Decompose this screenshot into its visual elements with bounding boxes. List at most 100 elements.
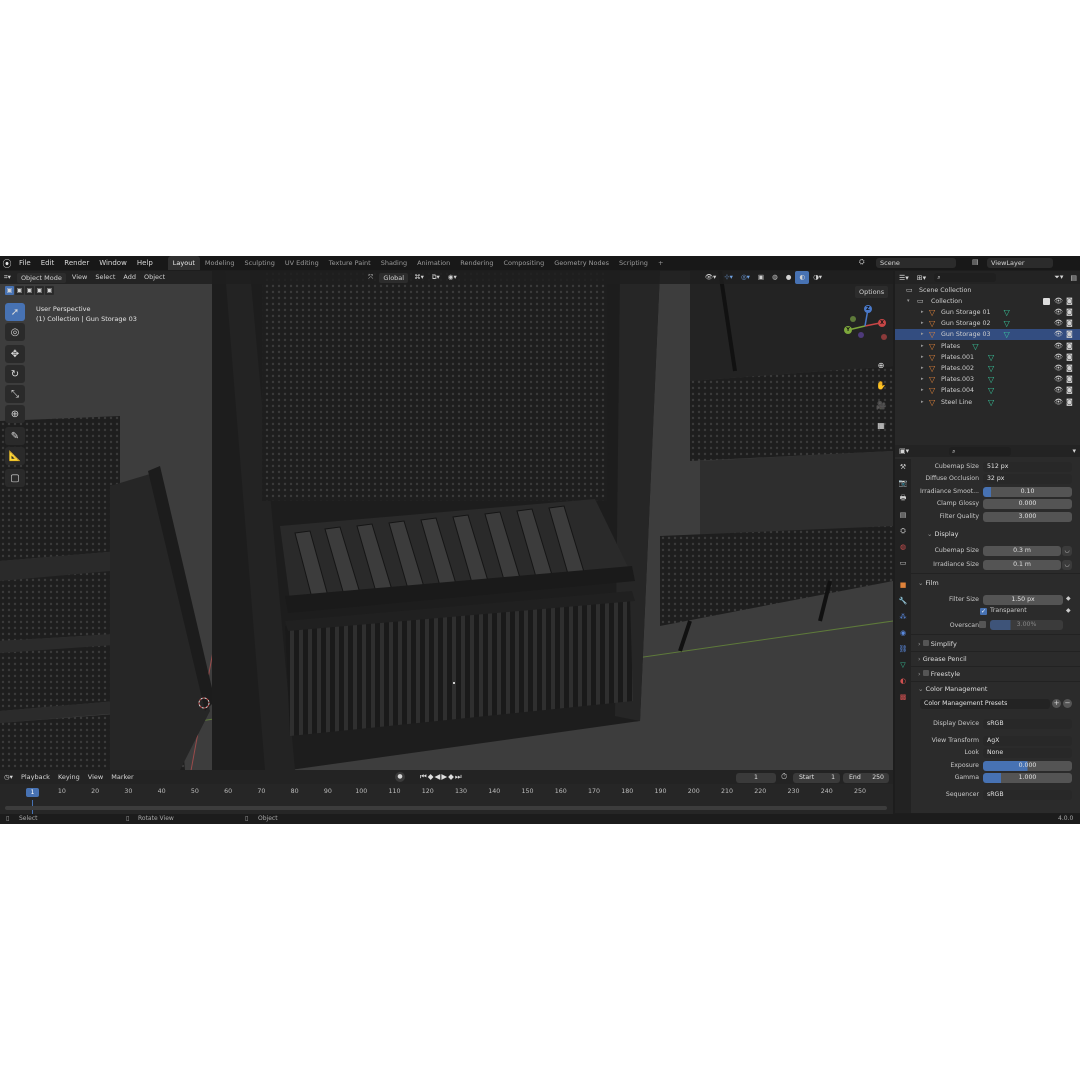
mesh-data-icon[interactable]: ▽ <box>1004 307 1010 318</box>
object-mode-dropdown[interactable]: Object Mode <box>16 272 66 283</box>
render-camera-icon[interactable]: ◙ <box>1066 352 1073 363</box>
tab-layout[interactable]: Layout <box>167 256 200 270</box>
visibility-eye-icon[interactable]: 👁 <box>1054 397 1063 408</box>
add-workspace-button[interactable]: + <box>653 256 668 270</box>
rotate-tool-icon[interactable]: ↻ <box>5 365 25 383</box>
menu-edit[interactable]: Edit <box>36 256 60 270</box>
menu-select[interactable]: Select <box>91 271 119 284</box>
mesh-data-icon[interactable]: ▽ <box>1004 318 1010 329</box>
expand-icon[interactable]: ▸ <box>921 307 924 318</box>
display-cubemap-toggle-icon[interactable]: ◡ <box>1062 546 1072 556</box>
outliner-search-input[interactable]: ⌕ <box>934 273 997 282</box>
mesh-data-icon[interactable]: ▽ <box>988 397 994 408</box>
menu-add[interactable]: Add <box>119 271 140 284</box>
outliner-item[interactable]: ▸ ▽ Plates ▽ 👁 ◙ <box>895 341 1080 352</box>
render-camera-icon[interactable]: ◙ <box>1066 385 1073 396</box>
expand-icon[interactable]: ▸ <box>921 318 924 329</box>
pivot-icon[interactable]: ⌘▾ <box>410 271 428 284</box>
scene-tab-icon[interactable]: ⛭ <box>897 525 909 537</box>
visibility-eye-icon[interactable]: 👁 <box>1054 329 1063 340</box>
physics-tab-icon[interactable]: ◉ <box>897 627 909 639</box>
xray-icon[interactable]: ▣ <box>754 271 768 284</box>
outliner-item[interactable]: ▸ ▽ Plates.003 ▽ 👁 ◙ <box>895 374 1080 385</box>
3d-viewport[interactable]: ⌗▾ Object Mode View Select Add Object ⤧ … <box>0 271 893 770</box>
render-camera-icon[interactable]: ◙ <box>1066 329 1073 340</box>
view-layer-tab-icon[interactable]: ▤ <box>897 509 909 521</box>
output-tab-icon[interactable]: 🖶 <box>897 493 909 505</box>
visibility-eye-icon[interactable]: 👁 <box>1054 363 1063 374</box>
render-camera-icon[interactable]: ◙ <box>1066 296 1073 307</box>
gizmo-toggle-icon[interactable]: ⊹▾ <box>720 271 737 284</box>
object-tab-icon[interactable]: ■ <box>897 579 909 591</box>
film-panel-header[interactable]: ⌄ Film <box>918 579 939 587</box>
collection-checkbox[interactable] <box>1043 298 1050 305</box>
move-tool-icon[interactable]: ✥ <box>5 345 25 363</box>
render-camera-icon[interactable]: ◙ <box>1066 341 1073 352</box>
menu-file[interactable]: File <box>14 256 36 270</box>
zoom-icon[interactable]: ⊕ <box>874 358 888 372</box>
sequencer-dropdown[interactable]: sRGB <box>983 790 1072 800</box>
mesh-data-icon[interactable]: ▽ <box>988 363 994 374</box>
annotate-tool-icon[interactable]: ✎ <box>5 427 25 445</box>
blender-logo-icon[interactable]: ⦿ <box>0 256 14 270</box>
outliner-editor-icon[interactable]: ☰▾ <box>895 274 913 282</box>
transform-orientation-dropdown[interactable]: Global <box>379 272 409 283</box>
overscan-field[interactable]: 3.00% <box>990 620 1063 630</box>
filter-size-keyframe-icon[interactable]: ◆ <box>1066 595 1071 602</box>
transparent-keyframe-icon[interactable]: ◆ <box>1066 607 1071 614</box>
visibility-eye-icon[interactable]: 👁 <box>1054 341 1063 352</box>
remove-preset-icon[interactable]: − <box>1063 699 1072 708</box>
grease-pencil-panel-header[interactable]: › Grease Pencil <box>918 655 967 663</box>
mesh-data-icon[interactable]: ▽ <box>988 352 994 363</box>
menu-render[interactable]: Render <box>59 256 94 270</box>
render-camera-icon[interactable]: ◙ <box>1066 397 1073 408</box>
irradiance-smooth-slider[interactable]: 0.10 <box>983 487 1072 497</box>
measure-tool-icon[interactable]: 📐 <box>5 447 25 465</box>
world-tab-icon[interactable]: ◍ <box>897 541 909 553</box>
select-intersect-icon[interactable]: ▣ <box>45 286 54 295</box>
new-collection-icon[interactable]: ▤ <box>1067 274 1080 282</box>
tab-geometry-nodes[interactable]: Geometry Nodes <box>549 256 614 270</box>
modifier-tab-icon[interactable]: 🔧 <box>897 595 909 607</box>
cubemap-size-dropdown[interactable]: 512 px <box>983 462 1072 472</box>
scene-selector[interactable]: Scene <box>876 258 956 268</box>
tab-texture-paint[interactable]: Texture Paint <box>324 256 376 270</box>
material-tab-icon[interactable]: ◐ <box>897 675 909 687</box>
menu-object[interactable]: Object <box>140 271 169 284</box>
timeline-scrollbar[interactable] <box>5 806 887 810</box>
display-mode-icon[interactable]: ⊞▾ <box>913 274 930 282</box>
outliner-item[interactable]: ▸ ▽ Plates.001 ▽ 👁 ◙ <box>895 352 1080 363</box>
render-camera-icon[interactable]: ◙ <box>1066 318 1073 329</box>
transform-tool-icon[interactable]: ⊕ <box>5 405 25 423</box>
tab-scripting[interactable]: Scripting <box>614 256 653 270</box>
expand-icon[interactable]: ▸ <box>921 341 924 352</box>
expand-icon[interactable]: ▸ <box>921 385 924 396</box>
exposure-slider[interactable]: 0.000 <box>983 761 1072 771</box>
render-camera-icon[interactable]: ◙ <box>1066 307 1073 318</box>
transparent-checkbox[interactable]: ✓ <box>980 608 987 615</box>
display-irradiance-size-field[interactable]: 0.1 m <box>983 560 1061 570</box>
display-subpanel-header[interactable]: ⌄ Display <box>927 530 959 538</box>
visibility-eye-icon[interactable]: 👁 <box>1054 318 1063 329</box>
simplify-panel-header[interactable]: › Simplify <box>918 640 957 648</box>
shading-wireframe-icon[interactable]: ◍ <box>768 271 782 284</box>
tab-compositing[interactable]: Compositing <box>498 256 549 270</box>
scale-tool-icon[interactable]: ⤡ <box>5 385 25 403</box>
expand-icon[interactable]: ▸ <box>921 363 924 374</box>
outliner-item[interactable]: ▸ ▽ Plates.002 ▽ 👁 ◙ <box>895 363 1080 374</box>
tab-animation[interactable]: Animation <box>412 256 455 270</box>
display-irradiance-toggle-icon[interactable]: ◡ <box>1062 560 1072 570</box>
expand-icon[interactable]: ▸ <box>921 329 924 340</box>
visibility-eye-icon[interactable]: 👁 <box>1054 352 1063 363</box>
visibility-icon[interactable]: 👁▾ <box>701 271 721 284</box>
shading-rendered-icon[interactable]: ◑▾ <box>809 271 826 284</box>
expand-icon[interactable]: ▸ <box>921 374 924 385</box>
shading-material-icon[interactable]: ◐ <box>795 271 810 284</box>
clamp-glossy-field[interactable]: 0.000 <box>983 499 1072 509</box>
add-cube-tool-icon[interactable]: ▢ <box>5 469 25 487</box>
mesh-data-icon[interactable]: ▽ <box>988 374 994 385</box>
outliner-item[interactable]: ▸ ▽ Gun Storage 02 ▽ 👁 ◙ <box>895 318 1080 329</box>
properties-editor-icon[interactable]: ▣▾ <box>895 447 913 455</box>
tab-shading[interactable]: Shading <box>376 256 412 270</box>
outliner-item[interactable]: ▸ ▽ Steel Line ▽ 👁 ◙ <box>895 397 1080 408</box>
